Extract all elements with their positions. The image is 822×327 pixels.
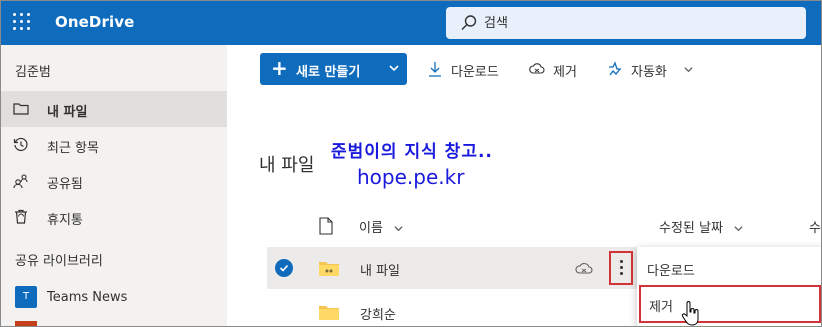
library-badge: T	[15, 286, 37, 308]
search-box[interactable]	[446, 7, 806, 39]
menu-item-label: 다운로드	[647, 264, 695, 279]
watermark-url: hope.pe.kr	[357, 165, 465, 189]
folder-icon	[319, 306, 339, 320]
nav-item-label: 내 파일	[47, 105, 88, 120]
file-name[interactable]: 강희순	[360, 304, 396, 323]
nav-item-label: 휴지통	[47, 213, 83, 228]
menu-item-remove[interactable]: 제거	[639, 285, 821, 323]
command-bar: + 새로 만들기 다운로드 제거 자동화	[227, 45, 821, 93]
shared-folder-icon	[319, 262, 339, 276]
library-label: Teams News	[47, 290, 128, 305]
chevron-down-icon	[394, 226, 403, 232]
menu-item-label: 제거	[649, 300, 673, 315]
remove-cloud-icon	[529, 63, 545, 74]
nav-item-label: 최근 항목	[47, 141, 99, 156]
file-type-icon	[319, 217, 333, 235]
context-menu: 다운로드 제거	[637, 247, 821, 326]
app-launcher-icon[interactable]	[13, 13, 33, 33]
watermark-text: 준범이의 지식 창고..	[331, 142, 493, 162]
plus-icon: +	[271, 56, 288, 80]
download-icon	[429, 62, 441, 77]
library-badge-partial[interactable]	[15, 321, 37, 326]
page-title: 내 파일	[259, 155, 315, 176]
more-actions-button[interactable]	[609, 251, 633, 285]
nav-item-shared[interactable]: 공유됨	[1, 163, 227, 199]
trash-icon	[15, 209, 27, 224]
search-input[interactable]	[484, 12, 784, 34]
history-icon	[13, 137, 28, 152]
folder-icon	[13, 103, 29, 115]
chevron-down-icon	[684, 67, 693, 73]
column-header-name[interactable]: 이름	[359, 217, 404, 236]
column-name-label: 이름	[359, 221, 383, 236]
hand-cursor-icon	[681, 301, 699, 326]
app-name[interactable]: OneDrive	[55, 13, 134, 31]
menu-item-download[interactable]: 다운로드	[637, 249, 821, 285]
column-modified-label: 수정된 날짜	[659, 221, 723, 236]
checkmark-icon[interactable]	[275, 259, 293, 277]
file-name[interactable]: 내 파일	[360, 260, 400, 279]
onedrive-window: OneDrive 김준범 내 파일 최근 항목	[0, 0, 822, 327]
nav-item-my-files[interactable]: 내 파일	[1, 91, 227, 127]
user-name: 김준범	[15, 65, 51, 80]
nav-item-recycle-bin[interactable]: 휴지통	[1, 199, 227, 235]
column-header-cut[interactable]: 수	[809, 217, 821, 236]
shared-cloud-icon	[575, 263, 593, 274]
shared-libraries-heading: 공유 라이브러리	[15, 254, 103, 269]
left-navigation: 김준범 내 파일 최근 항목 공유됨 휴지통 공유 라이브러리 T Teams …	[1, 45, 227, 326]
automate-icon	[609, 61, 621, 76]
nav-item-recent[interactable]: 최근 항목	[1, 127, 227, 163]
chevron-down-icon	[734, 226, 743, 232]
nav-item-label: 공유됨	[47, 177, 83, 192]
people-icon	[13, 174, 28, 189]
new-button-label: 새로 만들기	[296, 65, 361, 80]
column-header-modified[interactable]: 수정된 날짜	[659, 217, 744, 236]
remove-label: 제거	[553, 65, 577, 80]
automate-label: 자동화	[631, 65, 667, 80]
search-icon	[461, 15, 477, 30]
chevron-down-icon	[389, 65, 399, 72]
library-item-teams-news[interactable]: T Teams News	[1, 281, 227, 313]
new-button[interactable]: + 새로 만들기	[260, 53, 407, 85]
suite-header: OneDrive	[1, 1, 821, 45]
download-label: 다운로드	[451, 65, 499, 80]
